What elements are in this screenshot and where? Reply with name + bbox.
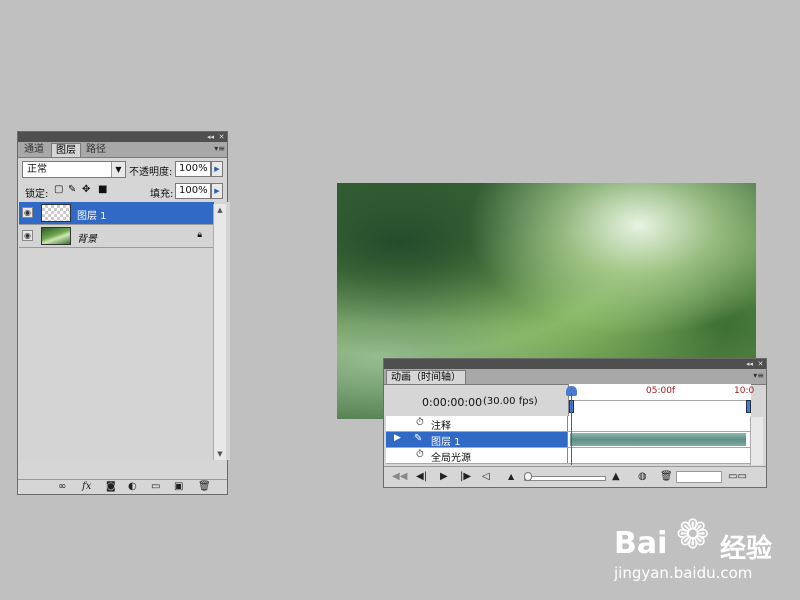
panel-menu-icon[interactable]: ▾≡ (753, 371, 764, 380)
adjustment-icon[interactable]: ◐ (128, 481, 137, 493)
first-frame-icon[interactable]: ◀◀ (392, 471, 407, 483)
watermark-brand-left: Bai (614, 526, 668, 561)
layer-name: 背景 (77, 234, 97, 245)
current-time: 0:00:00:00 (422, 396, 483, 409)
blend-mode-select[interactable]: 正常 ▼ (22, 161, 126, 178)
panel-title-bar[interactable]: ◂◂ ✕ (18, 132, 227, 142)
lock-transparent-icon[interactable]: ▢ (54, 184, 63, 195)
chevron-down-icon: ▼ (111, 162, 125, 177)
row-name: 全局光源 (431, 453, 471, 464)
convert-to-frame-animation-icon[interactable]: ▭▭ (728, 471, 747, 483)
lock-move-icon[interactable]: ✥ (82, 184, 90, 195)
eye-icon[interactable]: ◉ (22, 207, 33, 218)
zoom-slider-track[interactable] (524, 476, 606, 481)
zoom-in-icon[interactable]: ▲ (612, 471, 620, 483)
row-name: 图层 1 (431, 437, 461, 448)
ruler-label: 10:0 (734, 386, 755, 396)
baidu-jingyan-watermark: Bai ❁ 经验 jingyan.baidu.com (612, 512, 792, 584)
close-icon[interactable]: ✕ (217, 133, 226, 141)
close-icon[interactable]: ✕ (756, 360, 765, 368)
row-header: ⏱︎ 注释 (386, 416, 568, 432)
new-layer-icon[interactable]: ▣ (174, 481, 183, 493)
timeline-controls: ◀◀ ◀| ▶ |▶ ◁ ▲ ▲ ◍ 🗑︎ ▭▭ (384, 466, 766, 487)
lock-icon: 🔒︎ (197, 230, 202, 240)
expand-triangle-icon[interactable]: ▶ (394, 433, 401, 443)
paw-logo-icon: ❁ (676, 512, 710, 558)
tab-paths[interactable]: 路径 (82, 143, 110, 157)
layers-bottom-toolbar: ∞ fx ◙ ◐ ▭ ▣ 🗑︎ (18, 479, 227, 494)
group-folder-icon[interactable]: ▭ (151, 481, 160, 493)
opacity-field[interactable]: 100% (175, 161, 211, 177)
mask-icon[interactable]: ◙ (106, 481, 116, 493)
tab-channels[interactable]: 通道 (20, 143, 48, 157)
blend-mode-value: 正常 (27, 164, 47, 175)
frame-rate: (30.00 fps) (483, 396, 538, 407)
zoom-slider-knob[interactable] (524, 472, 532, 481)
timeline-row-layer[interactable]: ▶ ✎ 图层 1 (386, 432, 750, 448)
timeline-horizontal-scrollbar[interactable] (676, 471, 722, 483)
audio-icon[interactable]: ◁ (482, 471, 490, 483)
layer-row[interactable]: ◉ 图层 1 (19, 202, 214, 225)
lock-all-icon[interactable]: ■ (98, 184, 107, 195)
watermark-brand-right: 经验 (720, 534, 773, 564)
playhead-line[interactable] (571, 393, 572, 465)
watermark-url: jingyan.baidu.com (614, 564, 753, 582)
lock-label: 锁定: (25, 189, 49, 200)
layer-name: 图层 1 (77, 211, 107, 222)
fill-field[interactable]: 100% (175, 183, 211, 199)
tab-layers[interactable]: 图层 (51, 143, 81, 157)
layer-duration-bar[interactable] (570, 433, 746, 446)
opacity-slider-button[interactable]: ▶ (211, 161, 223, 177)
opacity-label: 不透明度: (129, 167, 173, 178)
previous-frame-icon[interactable]: ◀| (416, 471, 427, 483)
fx-icon[interactable]: fx (82, 481, 91, 493)
tab-animation-timeline[interactable]: 动画（时间轴） (386, 370, 466, 384)
panel-title-bar[interactable]: ◂◂ ✕ (384, 359, 766, 369)
lock-brush-icon[interactable]: ✎ (68, 184, 76, 195)
eye-icon[interactable]: ◉ (22, 230, 33, 241)
work-area-end-handle[interactable] (746, 400, 751, 413)
layers-panel: ◂◂ ✕ 通道 图层 路径 ▾≡ 正常 ▼ 不透明度: 100% ▶ 锁定: ▢… (17, 131, 230, 495)
timeline-row-comments[interactable]: ⏱︎ 注释 (386, 416, 750, 432)
timeline-row-global-light[interactable]: ⏱︎ 全局光源 (386, 448, 750, 464)
trash-icon[interactable]: 🗑︎ (198, 481, 211, 493)
row-header: ▶ ✎ 图层 1 (386, 432, 568, 448)
fill-label: 填充: (150, 189, 174, 200)
panel-menu-icon[interactable]: ▾≡ (214, 144, 225, 153)
time-ruler[interactable]: 05:00f 10:0 (568, 384, 755, 416)
brush-icon: ✎ (414, 433, 423, 444)
layer-row[interactable]: ◉ 背景 🔒︎ (19, 225, 214, 248)
play-icon[interactable]: ▶ (440, 471, 448, 483)
collapse-icon[interactable]: ◂◂ (206, 133, 215, 141)
scroll-down-icon[interactable]: ▼ (214, 448, 226, 460)
trash-icon[interactable]: 🗑︎ (660, 471, 673, 483)
layers-scrollbar[interactable]: ▲ ▼ (213, 204, 226, 460)
panel-tabs: 通道 图层 路径 ▾≡ (18, 142, 227, 158)
panel-tabs: 动画（时间轴） ▾≡ (384, 369, 766, 385)
row-header: ⏱︎ 全局光源 (386, 448, 568, 464)
layer-thumbnail (41, 227, 71, 245)
collapse-icon[interactable]: ◂◂ (745, 360, 754, 368)
onion-skin-icon[interactable]: ◍ (638, 471, 647, 483)
ruler-line (573, 400, 747, 401)
stopwatch-icon[interactable]: ⏱︎ (416, 449, 424, 460)
stopwatch-icon[interactable]: ⏱︎ (416, 417, 424, 428)
zoom-out-icon[interactable]: ▲ (508, 471, 514, 483)
timeline-scrollbar[interactable] (750, 417, 763, 465)
row-name: 注释 (431, 421, 451, 432)
next-frame-icon[interactable]: |▶ (460, 471, 471, 483)
scroll-up-icon[interactable]: ▲ (214, 204, 226, 216)
link-icon[interactable]: ∞ (58, 481, 66, 493)
ruler-label: 05:00f (646, 386, 676, 396)
layers-list: ◉ 图层 1 ◉ 背景 🔒︎ (19, 202, 230, 460)
layer-thumbnail (41, 204, 71, 222)
fill-slider-button[interactable]: ▶ (211, 183, 223, 199)
animation-timeline-panel: ◂◂ ✕ 动画（时间轴） ▾≡ 0:00:00:00 (30.00 fps) 0… (383, 358, 767, 488)
